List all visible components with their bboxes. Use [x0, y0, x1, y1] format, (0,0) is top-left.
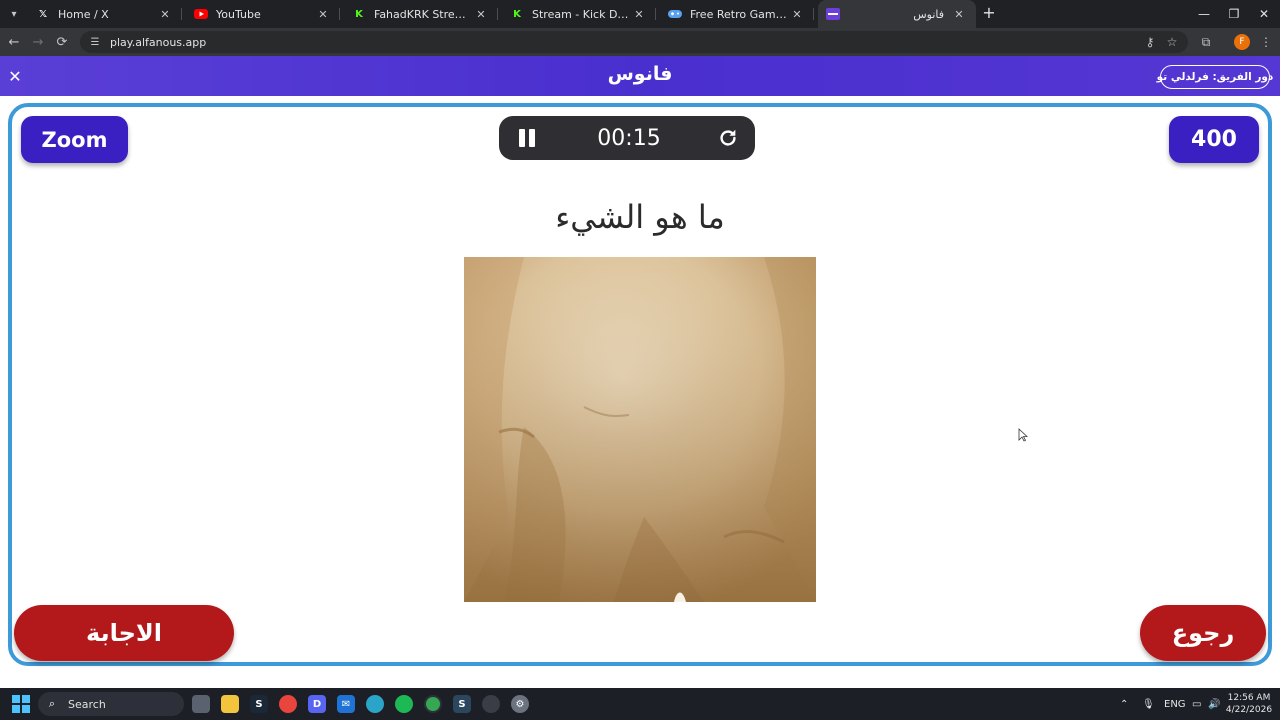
question-image: [464, 257, 816, 602]
tab-youtube[interactable]: YouTube ✕: [186, 0, 340, 28]
alfanous-icon: [826, 7, 840, 21]
windows-start-icon[interactable]: [12, 695, 30, 713]
microphone-icon[interactable]: 🎙: [1142, 696, 1155, 712]
question-title: ما هو الشيء: [555, 198, 725, 236]
tab-x[interactable]: 𝕏 Home / X ✕: [28, 0, 182, 28]
team-turn-badge: دور الفريق: فرلدلي تو: [1157, 65, 1273, 89]
tab-alfanous[interactable]: فانوس ✕: [818, 0, 976, 28]
close-icon[interactable]: ✕: [6, 66, 24, 86]
clock-time: 12:56 AM: [1227, 693, 1271, 703]
task-view-icon[interactable]: [192, 695, 210, 713]
bookmark-star-icon[interactable]: ☆: [1162, 32, 1182, 52]
volume-icon[interactable]: 🔊: [1208, 696, 1220, 712]
window-close-icon[interactable]: ✕: [1248, 0, 1280, 28]
restore-icon[interactable]: ❐: [1218, 0, 1250, 28]
extensions-icon[interactable]: ⧉: [1196, 32, 1216, 52]
tab-title: FahadKRK Stream - Watch Live: [374, 7, 472, 21]
url-text: play.alfanous.app: [110, 35, 207, 49]
spotify-icon[interactable]: [395, 695, 413, 713]
chrome-icon[interactable]: [279, 695, 297, 713]
site-info-icon[interactable]: ☰: [88, 35, 102, 49]
chrome-active-icon[interactable]: [424, 695, 442, 713]
tab-kick-dashboard[interactable]: K Stream - Kick Dashboard ✕: [502, 0, 656, 28]
tab-kick-stream[interactable]: K FahadKRK Stream - Watch Live ✕: [344, 0, 498, 28]
steam-secondary-icon[interactable]: S: [453, 695, 471, 713]
mouse-cursor-icon: [1018, 428, 1028, 442]
close-tab-icon[interactable]: ✕: [788, 8, 806, 21]
file-explorer-icon[interactable]: [221, 695, 239, 713]
search-icon: ⌕: [48, 697, 56, 710]
mail-icon[interactable]: ✉: [337, 695, 355, 713]
pause-icon[interactable]: [517, 129, 537, 147]
youtube-icon: [194, 7, 208, 21]
minimize-icon[interactable]: —: [1188, 0, 1220, 28]
new-tab-icon[interactable]: +: [980, 4, 998, 22]
back-arrow-icon[interactable]: ←: [4, 32, 24, 52]
app-header: ✕ فانوس: [0, 56, 1280, 96]
kick-icon: K: [513, 8, 521, 20]
taskbar-search-label: Search: [68, 697, 106, 711]
back-button[interactable]: رجوع: [1140, 605, 1266, 661]
close-tab-icon[interactable]: ✕: [950, 8, 968, 21]
tray-chevron-icon[interactable]: ⌃: [1120, 696, 1128, 712]
zoom-button[interactable]: Zoom: [21, 116, 128, 163]
clock-date: 4/22/2026: [1225, 705, 1273, 715]
tab-search-icon[interactable]: ▾: [4, 4, 24, 24]
password-key-icon[interactable]: ⚷: [1140, 32, 1160, 52]
language-indicator[interactable]: ENG: [1164, 696, 1186, 712]
network-icon[interactable]: ▭: [1192, 696, 1201, 712]
discord-icon[interactable]: D: [308, 695, 326, 713]
reset-icon[interactable]: [717, 127, 739, 149]
system-clock[interactable]: 12:56 AM 4/22/2026: [1222, 692, 1276, 716]
tab-title: Free Retro Game Collection - Pl: [690, 7, 788, 21]
settings-gear-icon[interactable]: ⚙: [511, 695, 529, 713]
close-tab-icon[interactable]: ✕: [314, 8, 332, 21]
score-badge: 400: [1169, 116, 1259, 163]
close-tab-icon[interactable]: ✕: [156, 8, 174, 21]
forward-arrow-icon[interactable]: →: [28, 32, 48, 52]
game-icon: [668, 7, 682, 21]
timer-bar: 00:15: [499, 116, 755, 160]
browser-toolbar: ← → ⟳ ☰ play.alfanous.app ⚷ ☆ ⧉ F ⋮: [0, 28, 1280, 56]
close-tab-icon[interactable]: ✕: [630, 8, 648, 21]
steam-icon[interactable]: S: [250, 695, 268, 713]
tab-retro-games[interactable]: Free Retro Game Collection - Pl ✕: [660, 0, 814, 28]
profile-avatar[interactable]: F: [1234, 34, 1250, 50]
browser-tab-strip: ▾ 𝕏 Home / X ✕ YouTube ✕ K FahadKRK Stre…: [0, 0, 1280, 28]
taskbar-search[interactable]: ⌕ Search: [38, 692, 184, 716]
tab-title: Stream - Kick Dashboard: [532, 7, 630, 21]
close-tab-icon[interactable]: ✕: [472, 8, 490, 21]
taskbar: ⌕ Search S D ✉ S ⚙ ⌃ 🎙 ENG ▭ 🔊 12:56 AM …: [0, 688, 1280, 720]
reload-icon[interactable]: ⟳: [52, 32, 72, 52]
show-answer-button[interactable]: الاجابة: [14, 605, 234, 661]
more-menu-icon[interactable]: ⋮: [1256, 32, 1276, 52]
x-logo-icon: 𝕏: [38, 8, 48, 20]
timer-display: 00:15: [597, 125, 661, 151]
obs-icon[interactable]: [482, 695, 500, 713]
kick-icon: K: [355, 8, 363, 20]
app-logo: فانوس: [607, 63, 673, 85]
tab-title: Home / X: [58, 7, 109, 21]
edge-icon[interactable]: [366, 695, 384, 713]
tab-title: YouTube: [216, 7, 261, 21]
address-bar[interactable]: ☰ play.alfanous.app: [80, 31, 1188, 53]
tab-title: فانوس: [913, 7, 944, 21]
